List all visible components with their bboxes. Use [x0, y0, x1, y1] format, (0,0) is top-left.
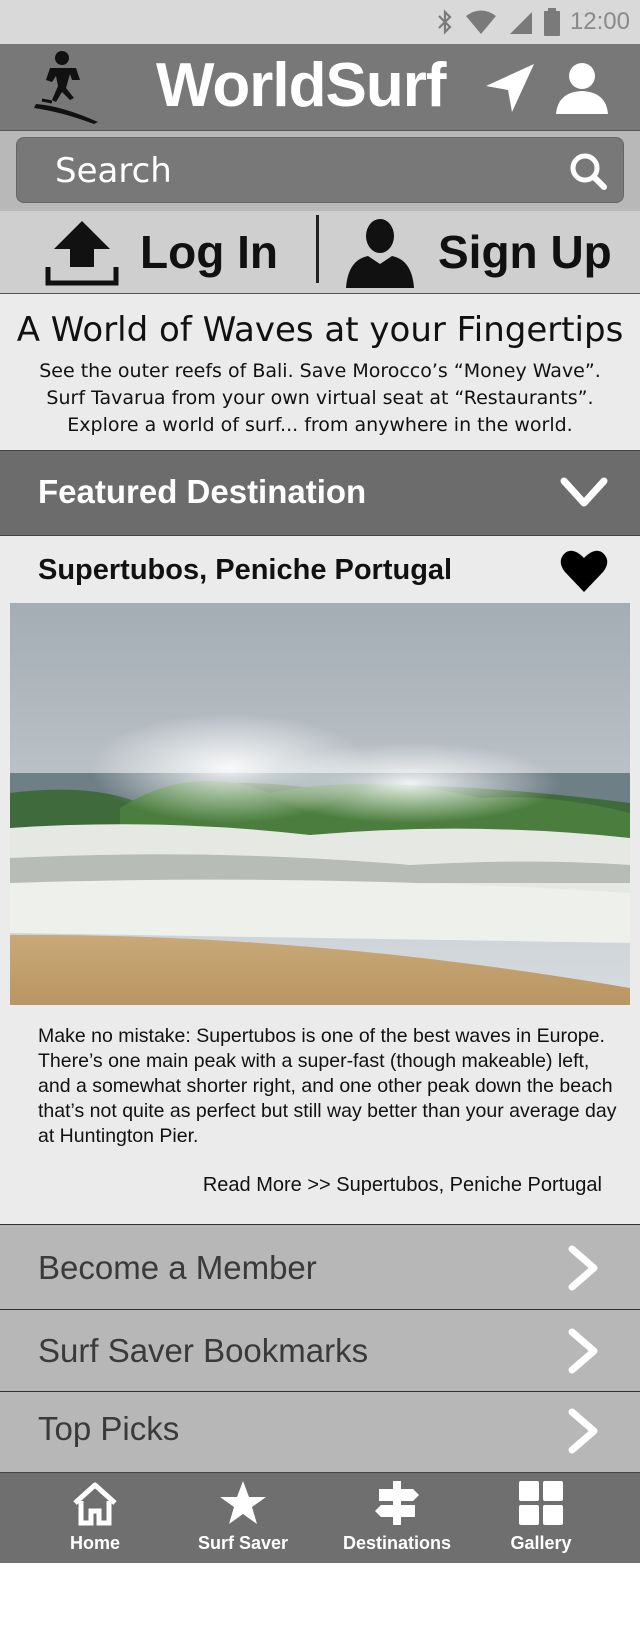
star-icon: [220, 1481, 266, 1524]
signpost-icon: [375, 1481, 419, 1525]
battery-icon: [543, 8, 560, 36]
tab-label: Gallery: [510, 1533, 572, 1553]
menu-item-surf-saver-bookmarks[interactable]: Surf Saver Bookmarks: [0, 1309, 640, 1391]
user-silhouette-icon: [346, 219, 414, 288]
chevron-down-icon[interactable]: [560, 471, 608, 515]
search-bar: Search: [0, 130, 640, 212]
intro-heading: A World of Waves at your Fingertips: [16, 310, 624, 350]
menu-item-label: Become a Member: [38, 1249, 317, 1286]
location-arrow-icon[interactable]: [482, 60, 538, 116]
home-icon: [73, 1482, 117, 1526]
chevron-right-icon: [568, 1328, 598, 1374]
chevron-right-icon: [568, 1408, 598, 1454]
bottom-nav: Home Surf Saver Destinations Gallery: [0, 1472, 640, 1563]
grid-icon: [519, 1481, 563, 1525]
tab-destinations[interactable]: Destinations: [332, 1473, 462, 1563]
destination-name: Supertubos, Peniche Portugal: [38, 554, 453, 586]
signal-icon: [509, 12, 532, 34]
destination-photo: [10, 603, 630, 1005]
auth-divider: [316, 215, 319, 283]
intro-text: See the outer reefs of Bali. Save Morocc…: [39, 360, 601, 436]
bluetooth-icon: [438, 9, 452, 35]
destination-description: Make no mistake: Supertubos is one of th…: [38, 1025, 617, 1147]
user-profile-icon[interactable]: [554, 60, 610, 116]
menu-item-label: Top Picks: [38, 1410, 180, 1447]
signup-button[interactable]: Sign Up: [342, 211, 612, 293]
tab-label: Surf Saver: [197, 1533, 289, 1553]
app-title: WorldSurf: [156, 51, 446, 120]
menu-item-become-member[interactable]: Become a Member: [0, 1224, 640, 1309]
tab-home[interactable]: Home: [30, 1473, 160, 1563]
featured-destination-header[interactable]: Featured Destination: [0, 450, 640, 536]
chevron-right-icon: [568, 1245, 598, 1291]
auth-row: Log In Sign Up: [0, 211, 640, 294]
signup-label: Sign Up: [438, 226, 612, 278]
heart-icon[interactable]: [560, 548, 608, 594]
search-placeholder: Search: [55, 151, 172, 191]
tab-label: Destinations: [342, 1533, 452, 1553]
search-icon[interactable]: [569, 152, 607, 190]
tab-gallery[interactable]: Gallery: [476, 1473, 606, 1563]
menu-item-label: Surf Saver Bookmarks: [38, 1332, 369, 1369]
upload-icon: [45, 221, 119, 286]
app-screen: 12:00 WorldSurf Search Log In Sign Up A …: [0, 0, 640, 1563]
surfer-logo-icon[interactable]: [32, 48, 104, 124]
search-input[interactable]: Search: [16, 137, 624, 203]
wifi-icon: [465, 10, 496, 34]
status-time: 12:00: [569, 8, 630, 35]
tab-label: Home: [69, 1533, 120, 1553]
login-label: Log In: [140, 226, 278, 278]
intro-section: A World of Waves at your Fingertips See …: [0, 294, 640, 450]
menu-item-top-picks[interactable]: Top Picks: [0, 1391, 640, 1472]
read-more-link[interactable]: Read More >> Supertubos, Peniche Portuga…: [203, 1174, 602, 1197]
status-bar: 12:00: [0, 0, 640, 44]
status-icons: 12:00: [436, 6, 630, 38]
featured-destination-title: Featured Destination: [38, 473, 367, 510]
login-button[interactable]: Log In: [44, 211, 278, 293]
tab-surf-saver[interactable]: Surf Saver: [178, 1473, 308, 1563]
app-bar: WorldSurf: [0, 44, 640, 130]
